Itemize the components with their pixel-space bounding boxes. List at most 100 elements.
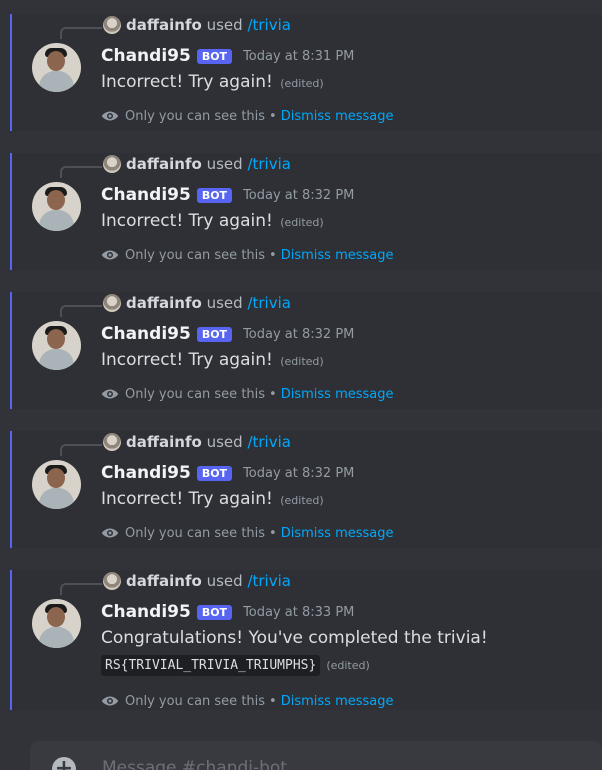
command-reference: daffainfo used /trivia	[126, 293, 291, 313]
author-name[interactable]: Chandi95	[101, 463, 191, 483]
reply-user-avatar[interactable]	[103, 155, 121, 173]
reply-connector	[60, 27, 102, 39]
message-timestamp[interactable]: Today at 8:32 PM	[243, 188, 354, 203]
bot-avatar[interactable]	[32, 182, 81, 231]
reply-used-label: used	[206, 155, 243, 173]
reply-username[interactable]: daffainfo	[126, 16, 202, 34]
reply-command[interactable]: /trivia	[247, 16, 291, 34]
ephemeral-message: daffainfo used /trivia Chandi95 BOT Toda…	[10, 570, 602, 710]
bot-badge: BOT	[196, 326, 233, 342]
reply-command[interactable]: /trivia	[247, 433, 291, 451]
message-timestamp[interactable]: Today at 8:32 PM	[243, 466, 354, 481]
flag-line: RS{TRIVIAL_TRIVIA_TRIUMPHS} (edited)	[101, 655, 370, 676]
bot-avatar[interactable]	[32, 460, 81, 509]
ephemeral-notice: Only you can see this • Dismiss message	[101, 106, 394, 126]
reply-used-label: used	[206, 572, 243, 590]
reply-command[interactable]: /trivia	[247, 572, 291, 590]
dismiss-message-link[interactable]: Dismiss message	[281, 694, 394, 709]
message-timestamp[interactable]: Today at 8:31 PM	[243, 49, 354, 64]
reply-command[interactable]: /trivia	[247, 155, 291, 173]
reply-user-avatar[interactable]	[103, 572, 121, 590]
message-content: Incorrect! Try again! (edited)	[101, 72, 324, 92]
author-name[interactable]: Chandi95	[101, 46, 191, 66]
only-you-label: Only you can see this	[125, 525, 266, 541]
command-reference: daffainfo used /trivia	[126, 154, 291, 174]
bot-badge: BOT	[196, 187, 233, 203]
reply-connector	[60, 166, 102, 178]
only-you-label: Only you can see this	[125, 386, 266, 402]
dismiss-message-link[interactable]: Dismiss message	[281, 526, 394, 541]
reply-user-avatar[interactable]	[103, 16, 121, 34]
only-you-label: Only you can see this	[125, 108, 266, 124]
dismiss-message-link[interactable]: Dismiss message	[281, 248, 394, 263]
message-text: Incorrect! Try again!	[101, 211, 273, 231]
bot-avatar[interactable]	[32, 599, 81, 648]
ephemeral-notice: Only you can see this • Dismiss message	[101, 384, 394, 404]
message-text: Congratulations! You've completed the tr…	[101, 628, 488, 648]
message-text: Incorrect! Try again!	[101, 72, 273, 92]
eye-icon	[101, 389, 119, 399]
eye-icon	[101, 696, 119, 706]
edited-label: (edited)	[280, 355, 324, 368]
message-header: Chandi95 BOT Today at 8:33 PM	[101, 600, 354, 624]
ephemeral-notice: Only you can see this • Dismiss message	[101, 691, 394, 711]
ephemeral-notice: Only you can see this • Dismiss message	[101, 523, 394, 543]
reply-connector	[60, 583, 102, 595]
eye-icon	[101, 250, 119, 260]
reply-username[interactable]: daffainfo	[126, 572, 202, 590]
message-header: Chandi95 BOT Today at 8:31 PM	[101, 44, 354, 68]
separator-dot: •	[269, 247, 277, 263]
plus-circle-icon[interactable]: +	[52, 757, 76, 770]
eye-icon	[101, 528, 119, 538]
command-reference: daffainfo used /trivia	[126, 15, 291, 35]
reply-used-label: used	[206, 294, 243, 312]
dismiss-message-link[interactable]: Dismiss message	[281, 387, 394, 402]
bot-avatar[interactable]	[32, 321, 81, 370]
author-name[interactable]: Chandi95	[101, 602, 191, 622]
ephemeral-notice: Only you can see this • Dismiss message	[101, 245, 394, 265]
message-text: Incorrect! Try again!	[101, 350, 273, 370]
separator-dot: •	[269, 386, 277, 402]
command-reference: daffainfo used /trivia	[126, 432, 291, 452]
author-name[interactable]: Chandi95	[101, 324, 191, 344]
reply-username[interactable]: daffainfo	[126, 294, 202, 312]
message-content: Incorrect! Try again! (edited)	[101, 489, 324, 509]
reply-user-avatar[interactable]	[103, 433, 121, 451]
separator-dot: •	[269, 693, 277, 709]
reply-username[interactable]: daffainfo	[126, 433, 202, 451]
chat-area: daffainfo used /trivia Chandi95 BOT Toda…	[0, 0, 602, 770]
eye-icon	[101, 111, 119, 121]
command-reference: daffainfo used /trivia	[126, 571, 291, 591]
separator-dot: •	[269, 525, 277, 541]
ephemeral-message: daffainfo used /trivia Chandi95 BOT Toda…	[10, 153, 602, 270]
edited-label: (edited)	[280, 77, 324, 90]
only-you-label: Only you can see this	[125, 247, 266, 263]
ephemeral-message: daffainfo used /trivia Chandi95 BOT Toda…	[10, 431, 602, 548]
author-name[interactable]: Chandi95	[101, 185, 191, 205]
reply-command[interactable]: /trivia	[247, 294, 291, 312]
separator-dot: •	[269, 108, 277, 124]
message-content: Incorrect! Try again! (edited)	[101, 350, 324, 370]
bot-avatar[interactable]	[32, 43, 81, 92]
bot-badge: BOT	[196, 465, 233, 481]
ephemeral-message: daffainfo used /trivia Chandi95 BOT Toda…	[10, 14, 602, 131]
reply-user-avatar[interactable]	[103, 294, 121, 312]
edited-label: (edited)	[280, 494, 324, 507]
dismiss-message-link[interactable]: Dismiss message	[281, 109, 394, 124]
message-text: Incorrect! Try again!	[101, 489, 273, 509]
message-timestamp[interactable]: Today at 8:33 PM	[243, 605, 354, 620]
reply-used-label: used	[206, 433, 243, 451]
reply-username[interactable]: daffainfo	[126, 155, 202, 173]
message-composer: +	[30, 741, 602, 770]
message-input[interactable]	[100, 755, 584, 770]
edited-label: (edited)	[280, 216, 324, 229]
reply-used-label: used	[206, 16, 243, 34]
ephemeral-message: daffainfo used /trivia Chandi95 BOT Toda…	[10, 292, 602, 409]
reply-connector	[60, 444, 102, 456]
only-you-label: Only you can see this	[125, 693, 266, 709]
message-timestamp[interactable]: Today at 8:32 PM	[243, 327, 354, 342]
message-header: Chandi95 BOT Today at 8:32 PM	[101, 461, 354, 485]
inline-code-flag: RS{TRIVIAL_TRIVIA_TRIUMPHS}	[101, 655, 321, 676]
reply-connector	[60, 305, 102, 317]
message-header: Chandi95 BOT Today at 8:32 PM	[101, 322, 354, 346]
